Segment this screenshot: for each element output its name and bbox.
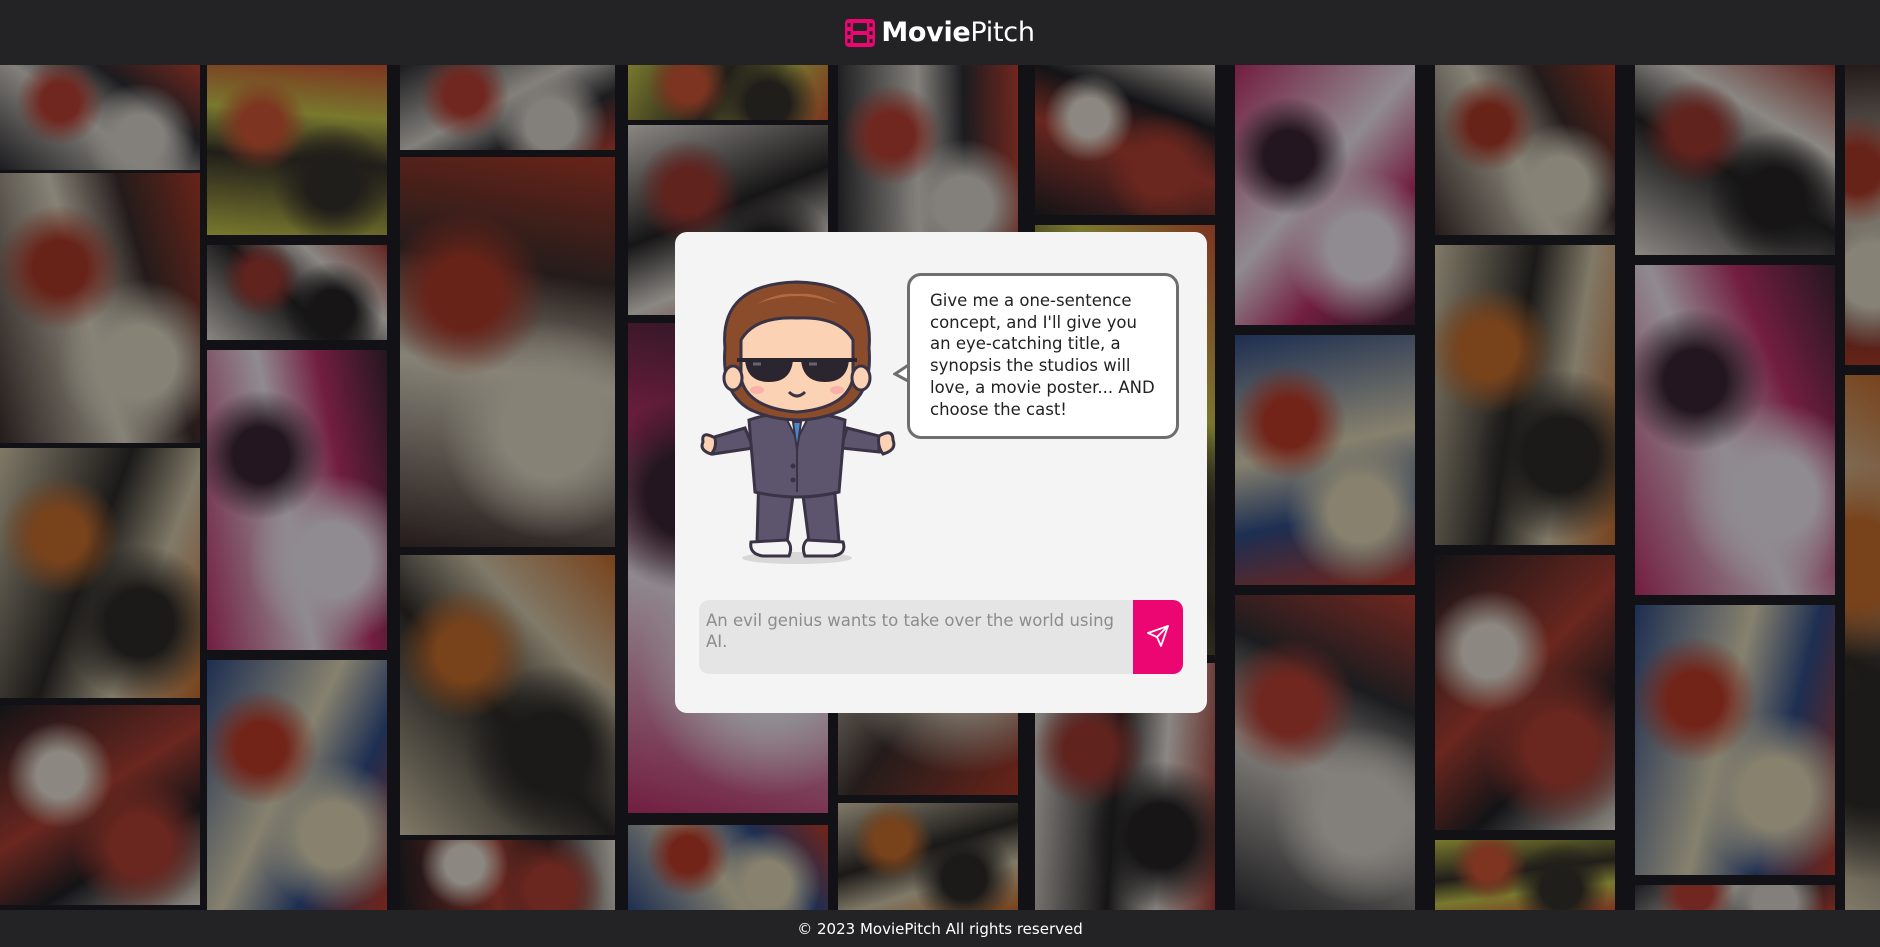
concept-input[interactable] <box>699 600 1133 674</box>
speech-text: Give me a one-sentence concept, and I'll… <box>930 291 1155 419</box>
brand-name[interactable]: MoviePitch <box>881 17 1035 48</box>
footer: © 2023 MoviePitch All rights reserved <box>0 910 1880 947</box>
header: MoviePitch <box>0 0 1880 65</box>
send-button[interactable] <box>1133 600 1183 674</box>
send-icon <box>1146 624 1170 651</box>
concept-input-container <box>699 600 1183 674</box>
copyright-text: © 2023 MoviePitch All rights reserved <box>797 919 1083 938</box>
pitch-card: Give me a one-sentence concept, and I'll… <box>675 232 1207 713</box>
speech-bubble: Give me a one-sentence concept, and I'll… <box>907 273 1179 439</box>
film-icon <box>845 18 876 47</box>
mascot-icon <box>697 270 907 570</box>
